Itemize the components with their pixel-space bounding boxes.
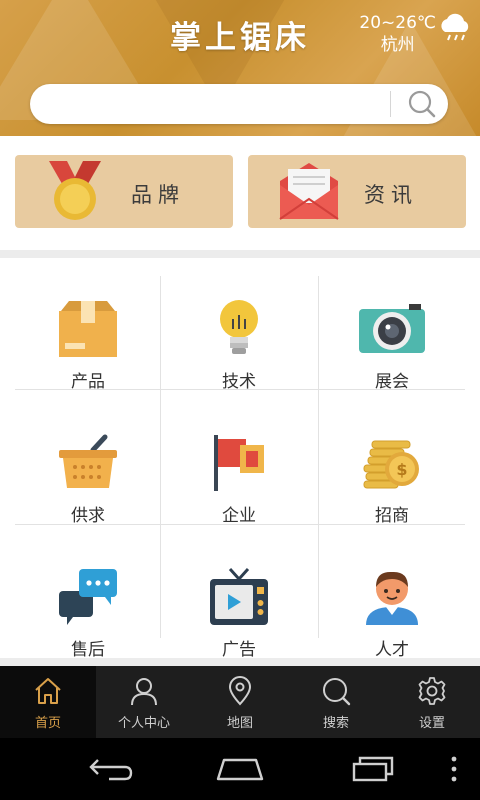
- cloud-rain-icon: [441, 13, 469, 41]
- nav-search[interactable]: 搜索: [288, 666, 384, 738]
- svg-text:$: $: [396, 460, 407, 479]
- nav-profile[interactable]: 个人中心: [96, 666, 192, 738]
- nav-settings[interactable]: 设置: [384, 666, 480, 738]
- more-vertical-icon: [451, 756, 457, 782]
- card-news[interactable]: 资讯: [248, 155, 466, 228]
- weather-city: 杭州: [380, 35, 415, 55]
- nav-settings-label: 设置: [418, 716, 445, 731]
- grid-item-talent[interactable]: 人才: [319, 544, 465, 678]
- search-icon: [323, 678, 351, 706]
- search-divider: [390, 91, 391, 117]
- card-brand[interactable]: 品牌: [15, 155, 233, 228]
- lightbulb-icon: [220, 300, 258, 354]
- app-header: 掌上锯床 20~26℃ 杭州: [0, 0, 480, 136]
- back-arrow-icon: [89, 759, 133, 781]
- grid-label: 企业: [222, 506, 256, 526]
- system-navigation-bar: [0, 738, 480, 800]
- map-pin-icon: [228, 676, 252, 706]
- search-bar: [30, 84, 448, 124]
- gear-icon: [418, 677, 446, 705]
- house-outline-icon: [216, 758, 264, 781]
- recent-apps-button[interactable]: [344, 750, 404, 788]
- grid-item-after-sales[interactable]: 售后: [15, 544, 161, 678]
- tv-icon: [210, 567, 268, 625]
- recent-apps-icon: [352, 756, 394, 782]
- grid-item-advertising[interactable]: 广告: [166, 544, 312, 678]
- grid-divider: [15, 389, 465, 390]
- nav-map-label: 地图: [226, 716, 253, 731]
- bottom-navigation: 首页 个人中心 地图 搜索 设置: [0, 666, 480, 738]
- chat-icon: [59, 569, 117, 625]
- search-button[interactable]: [400, 86, 444, 122]
- card-brand-label: 品牌: [131, 183, 185, 207]
- home-icon: [35, 678, 61, 704]
- grid-divider: [318, 276, 319, 638]
- weather-temperature: 20~26℃: [359, 13, 436, 33]
- flag-icon: [214, 435, 264, 491]
- grid-label: 售后: [71, 640, 105, 660]
- envelope-icon: [279, 163, 339, 220]
- overflow-menu-button[interactable]: [440, 750, 468, 788]
- home-system-button[interactable]: [210, 750, 270, 788]
- search-input[interactable]: [48, 90, 398, 118]
- grid-label: 人才: [375, 640, 409, 660]
- nav-profile-label: 个人中心: [117, 716, 170, 731]
- box-icon: [59, 301, 117, 357]
- person-icon: [366, 571, 418, 625]
- user-icon: [131, 678, 157, 706]
- grid-divider: [160, 276, 161, 638]
- nav-home-label: 首页: [34, 716, 61, 731]
- nav-search-label: 搜索: [322, 716, 349, 731]
- camera-icon: [359, 304, 425, 353]
- nav-home[interactable]: 首页: [0, 666, 96, 738]
- weather-widget[interactable]: 20~26℃ 杭州: [359, 12, 436, 56]
- card-news-label: 资讯: [364, 183, 418, 207]
- coins-icon: $: [363, 440, 419, 489]
- grid-divider: [15, 524, 465, 525]
- search-icon: [408, 90, 436, 118]
- medal-icon: [49, 161, 101, 220]
- grid-label: 供求: [71, 506, 105, 526]
- category-grid: 产品 技术 展会 供求 企业 $ 招商 售后 广告 人才: [0, 258, 480, 660]
- basket-icon: [59, 434, 117, 488]
- featured-cards: 品牌 资讯: [0, 136, 480, 250]
- grid-label: 招商: [375, 506, 409, 526]
- grid-label: 广告: [222, 640, 256, 660]
- nav-map[interactable]: 地图: [192, 666, 288, 738]
- back-button[interactable]: [78, 750, 138, 788]
